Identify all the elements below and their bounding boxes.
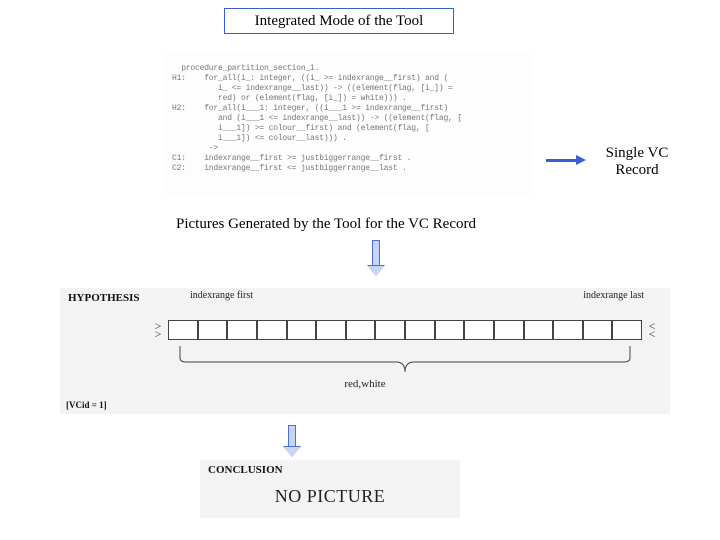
array-cell [227,320,257,340]
array-cell [375,320,405,340]
arrow-down-icon [368,240,384,276]
array-cell [612,320,642,340]
array-cell [494,320,524,340]
title-text: Integrated Mode of the Tool [255,13,424,30]
axis-label-first: indexrange first [190,290,253,301]
range-arrow-right-icon: << [642,308,660,352]
array-cell [316,320,346,340]
vcid-label: [VCid = 1] [66,400,107,410]
array-cell [553,320,583,340]
single-vc-label: Single VC Record [592,145,682,180]
range-arrow-left-icon: >> [148,308,166,352]
array-cell [257,320,287,340]
vc-code-block: procedure_partition_section_1. H1: for_a… [166,50,534,198]
array-cell [435,320,465,340]
curly-brace-icon [178,344,632,378]
no-picture-message: NO PICTURE [200,486,460,507]
title-box: Integrated Mode of the Tool [224,8,454,34]
array-cell [405,320,435,340]
array-cell [287,320,317,340]
conclusion-label: CONCLUSION [208,464,283,476]
array-cell [198,320,228,340]
axis-label-last: indexrange last [583,290,644,301]
section-label: Pictures Generated by the Tool for the V… [176,216,476,233]
code-text: procedure_partition_section_1. H1: for_a… [172,64,462,173]
hypothesis-panel: HYPOTHESIS indexrange first indexrange l… [60,288,670,414]
arrow-right-icon [546,155,586,165]
array-cell [583,320,613,340]
conclusion-panel: CONCLUSION NO PICTURE [200,460,460,518]
array-cell [524,320,554,340]
hypothesis-label: HYPOTHESIS [68,292,140,304]
arrow-down-icon [284,425,300,457]
array-cell [168,320,198,340]
array-cells-row [168,320,642,340]
brace-label: red,white [60,378,670,390]
array-cell [346,320,376,340]
array-cell [464,320,494,340]
